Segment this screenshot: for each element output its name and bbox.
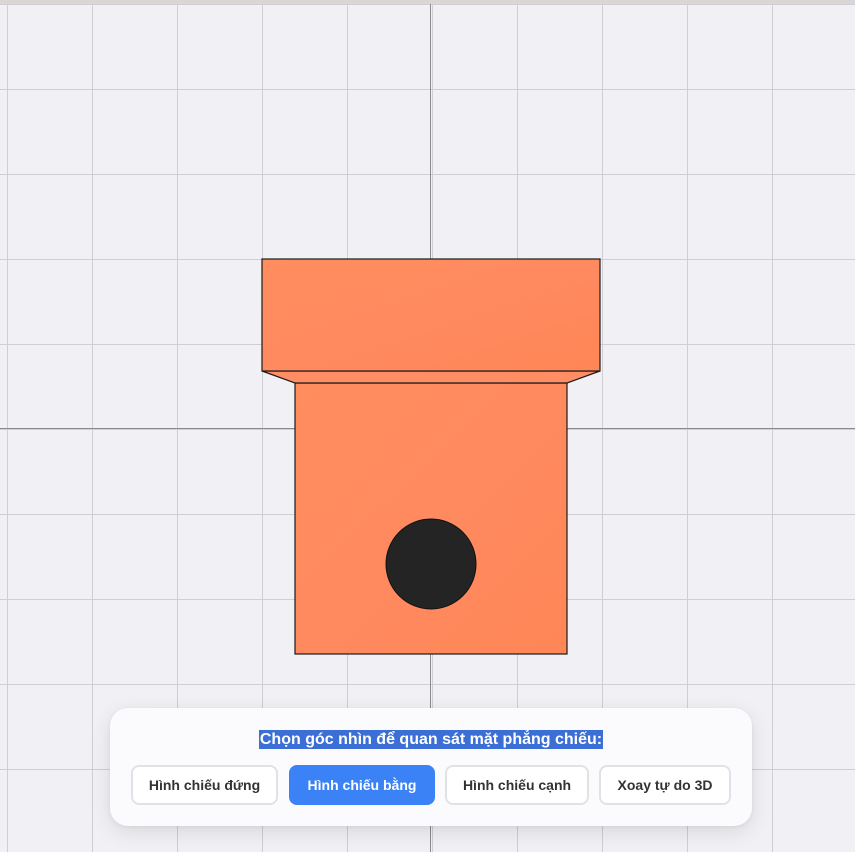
model-upper-flange [261,258,601,372]
panel-title: Chọn góc nhìn để quan sát mặt phẳng chiế… [110,730,752,750]
model-step-face [261,370,601,384]
front-view-button[interactable]: Hình chiếu đứng [131,765,278,805]
view-control-panel: Chọn góc nhìn để quan sát mặt phẳng chiế… [110,708,752,826]
free-rotate-3d-button[interactable]: Xoay tự do 3D [599,765,731,805]
top-view-button[interactable]: Hình chiếu bằng [289,765,435,805]
model-hole [385,518,477,610]
side-view-button[interactable]: Hình chiếu cạnh [445,765,589,805]
panel-title-text: Chọn góc nhìn để quan sát mặt phẳng chiế… [258,730,604,749]
